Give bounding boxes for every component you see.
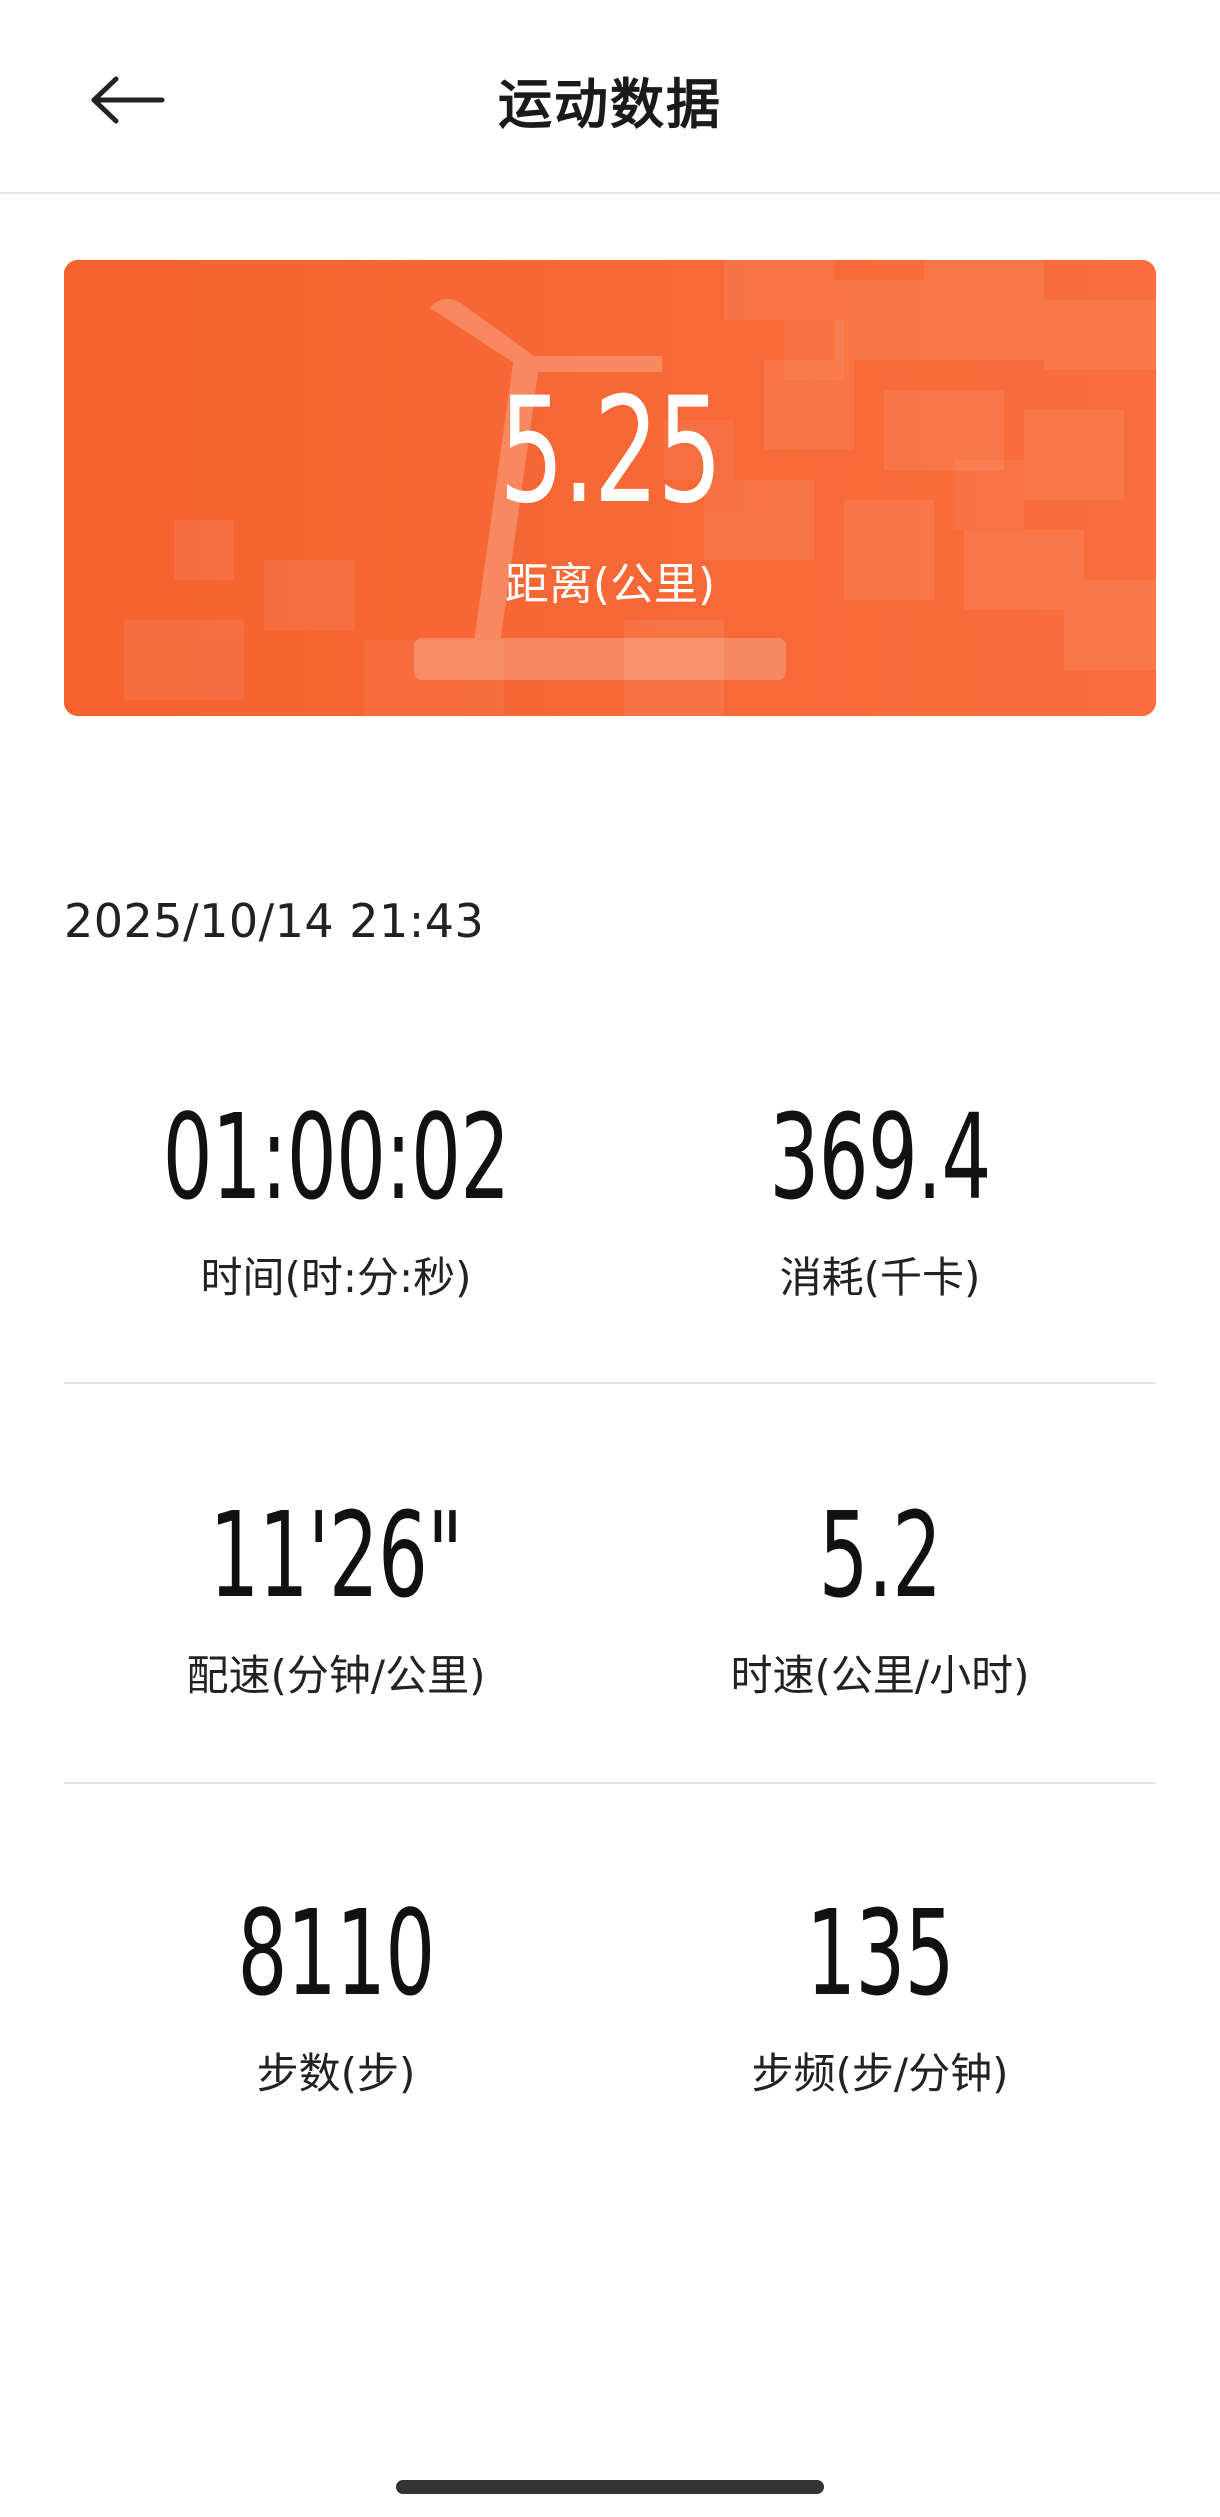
page-title: 运动数据: [498, 73, 722, 136]
stat-speed: 5.2 时速(公里/小时): [600, 1496, 1160, 1703]
top-bar: 运动数据: [0, 0, 1220, 194]
divider: [64, 1782, 1156, 1784]
distance-label: 距离(公里): [504, 559, 716, 610]
stat-pace: 11'26" 配速(分钟/公里): [56, 1496, 616, 1703]
stat-value: 135: [806, 1884, 954, 2022]
stat-value: 01:00:02: [162, 1088, 511, 1226]
distance-value: 5.25: [499, 366, 722, 536]
stat-value: 11'26": [209, 1486, 463, 1624]
stat-value: 8110: [237, 1884, 436, 2022]
stat-cadence: 135 步频(步/分钟): [600, 1894, 1160, 2101]
stat-label: 配速(分钟/公里): [186, 1651, 486, 1700]
distance-card: 5.25 距离(公里): [64, 260, 1156, 716]
stat-duration: 01:00:02 时间(时:分:秒): [56, 1098, 616, 1305]
stat-calories: 369.4 消耗(千卡): [600, 1098, 1160, 1305]
stat-steps: 8110 步数(步): [56, 1894, 616, 2101]
stat-value: 5.2: [818, 1486, 942, 1624]
stat-label: 时间(时:分:秒): [200, 1253, 472, 1302]
stat-label: 步数(步): [256, 2049, 416, 2098]
stat-label: 消耗(千卡): [779, 1253, 981, 1302]
home-indicator[interactable]: [396, 2480, 824, 2494]
stat-label: 时速(公里/小时): [730, 1651, 1030, 1700]
stat-value: 369.4: [769, 1088, 991, 1226]
stat-label: 步频(步/分钟): [751, 2049, 1009, 2098]
divider: [64, 1382, 1156, 1384]
workout-datetime: 2025/10/14 21:43: [64, 894, 485, 948]
